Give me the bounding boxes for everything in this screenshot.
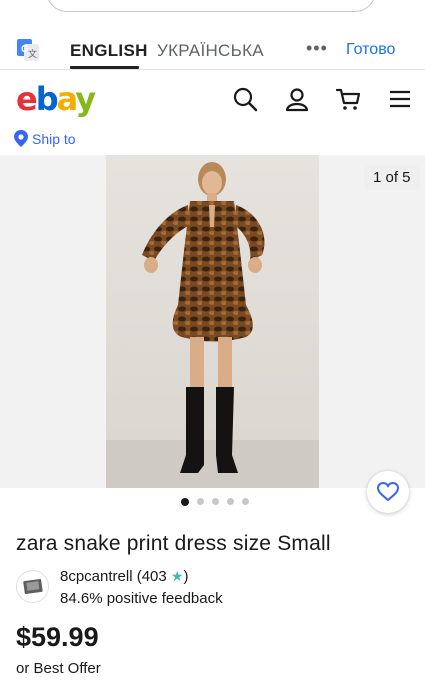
seller-score-suffix: ): [183, 568, 189, 585]
pagination-dot[interactable]: [242, 498, 249, 505]
more-options-icon[interactable]: •••: [306, 38, 328, 59]
pagination-dot[interactable]: [227, 498, 234, 505]
location-pin-icon: [14, 130, 28, 147]
gallery-pagination: [0, 497, 425, 506]
search-icon[interactable]: [232, 86, 258, 112]
seller-info[interactable]: 8cpcantrell (403 ★) 84.6% positive feedb…: [16, 568, 396, 608]
star-icon: ★: [170, 568, 184, 584]
ebay-header: ebay: [0, 72, 425, 128]
tab-english[interactable]: ENGLISH: [70, 41, 148, 61]
pagination-dot[interactable]: [181, 497, 189, 506]
product-photo[interactable]: [106, 155, 319, 488]
seller-name[interactable]: 8cpcantrell: [60, 568, 133, 585]
menu-icon[interactable]: [388, 86, 414, 112]
cart-icon[interactable]: [335, 86, 361, 112]
avatar-image: [22, 578, 43, 594]
seller-name-line: 8cpcantrell (403 ★): [60, 568, 188, 585]
pagination-dot[interactable]: [212, 498, 219, 505]
dress-model-image: [106, 155, 319, 488]
tab-ukrainian[interactable]: УКРАЇНСЬКА: [157, 41, 264, 61]
seller-score-prefix: (403: [132, 568, 171, 585]
ship-to-label: Ship to: [32, 130, 76, 147]
ship-to-link[interactable]: Ship to: [14, 130, 76, 147]
done-button[interactable]: Готово: [346, 41, 395, 59]
google-translate-icon[interactable]: G 文: [16, 38, 40, 62]
watch-button[interactable]: [367, 471, 409, 513]
image-counter: 1 of 5: [364, 165, 420, 190]
seller-feedback: 84.6% positive feedback: [60, 590, 223, 607]
svg-text:文: 文: [28, 48, 37, 60]
best-offer-text: or Best Offer: [16, 660, 101, 677]
listing-title: zara snake print dress size Small: [16, 532, 331, 555]
pagination-dot[interactable]: [197, 498, 204, 505]
ebay-logo[interactable]: ebay: [16, 80, 96, 118]
user-icon[interactable]: [284, 86, 310, 112]
seller-avatar[interactable]: [16, 570, 49, 603]
active-tab-indicator: [70, 66, 139, 69]
address-bar[interactable]: [46, 0, 376, 12]
translate-bar: G 文 ENGLISH УКРАЇНСЬКА ••• Готово: [0, 26, 425, 70]
image-gallery[interactable]: 1 of 5: [0, 155, 425, 488]
item-price: $59.99: [16, 622, 99, 652]
